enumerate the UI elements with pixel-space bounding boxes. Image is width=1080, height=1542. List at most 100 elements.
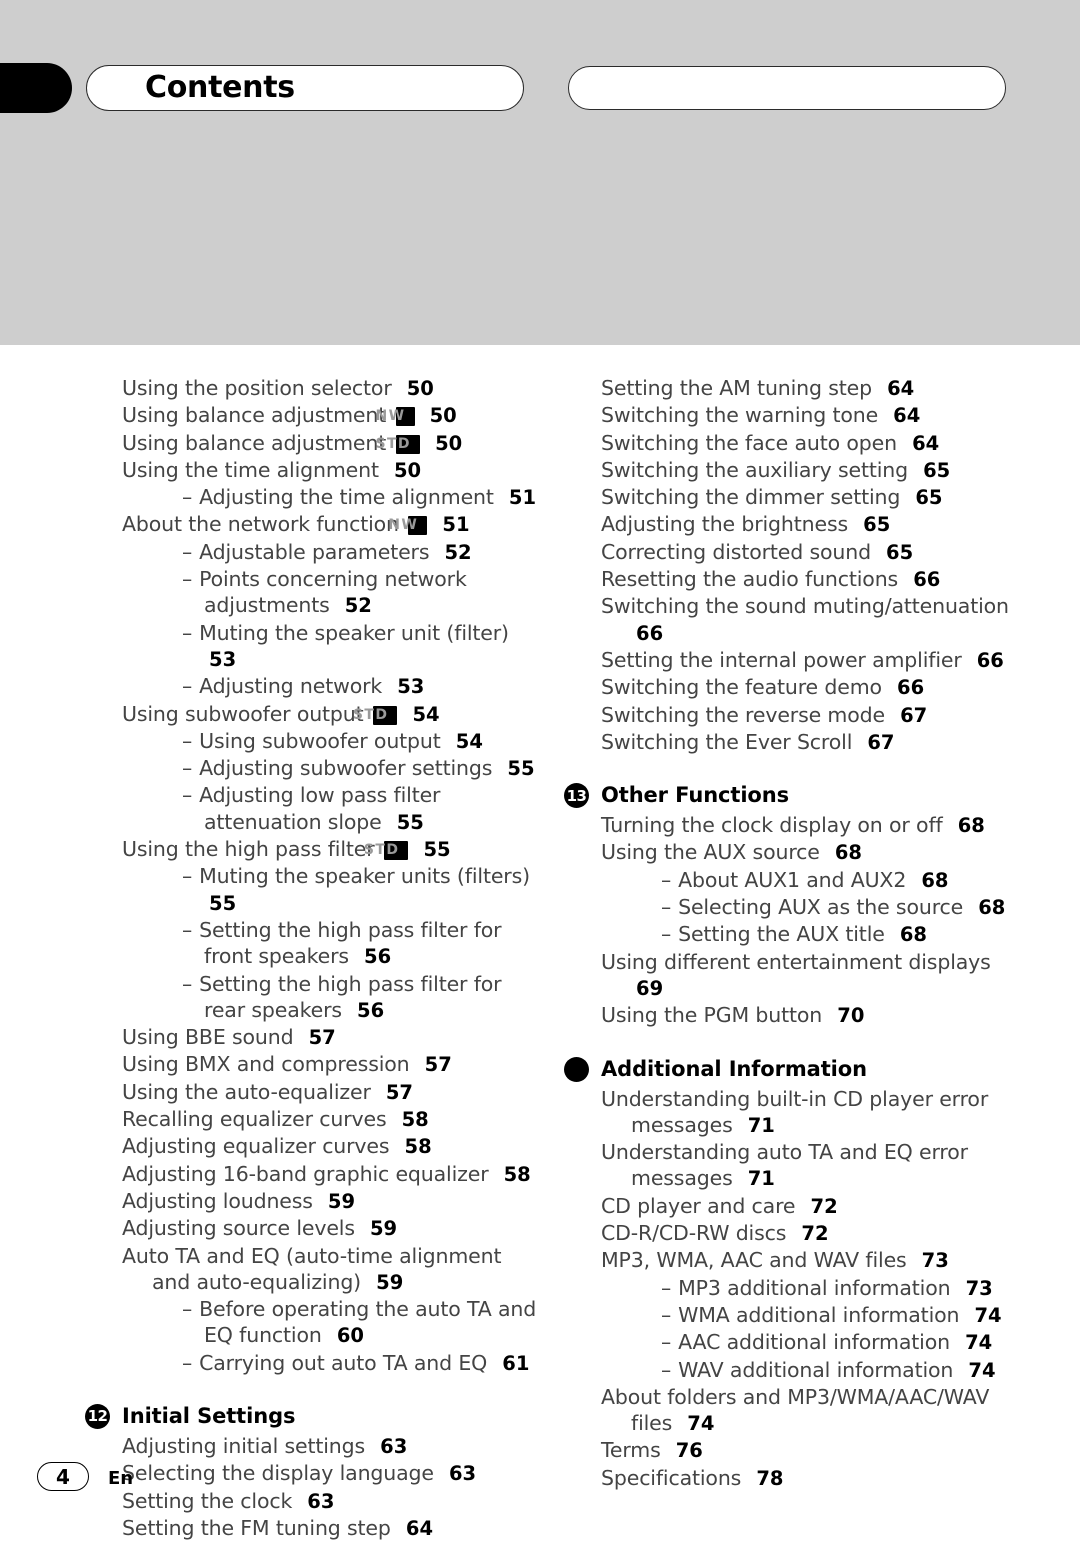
toc-page-number: 68 [899,923,927,947]
toc-entry[interactable]: Correcting distorted sound 65 [601,539,1031,566]
toc-page-number: 76 [675,1439,703,1463]
toc-entry[interactable]: – Muting the speaker unit (filter) 53 [152,620,542,674]
toc-entry-label: Points concerning network adjustments [199,567,467,618]
toc-entry[interactable]: Switching the warning tone 64 [601,402,1031,429]
toc-entry-label: Auto TA and EQ (auto-time alignment and … [122,1243,502,1294]
toc-page-number: 66 [913,568,941,592]
toc-page-number: 65 [923,458,951,482]
toc-page-number: 68 [978,896,1006,920]
toc-page-number: 68 [834,841,862,865]
sub-entry-dash: – [661,922,672,947]
toc-entry[interactable]: Switching the face auto open 64 [601,430,1031,457]
toc-page-number: 57 [308,1026,336,1050]
toc-entry[interactable]: Setting the AM tuning step 64 [601,375,1031,402]
toc-entry[interactable]: – WMA additional information 74 [631,1302,1031,1329]
toc-entry[interactable]: Adjusting equalizer curves 58 [122,1133,542,1160]
toc-entry-label: Recalling equalizer curves [122,1107,387,1132]
toc-entry[interactable]: – About AUX1 and AUX2 68 [631,867,1031,894]
toc-page-number: 74 [974,1303,1002,1327]
toc-entry[interactable]: Using BMX and compression 57 [122,1051,542,1078]
toc-entry[interactable]: Auto TA and EQ (auto-time alignment and … [122,1243,542,1297]
toc-entry[interactable]: Adjusting loudness 59 [122,1188,542,1215]
page-number: 4 [56,1464,70,1489]
toc-entry[interactable]: Using subwoofer output STD 54 [122,701,542,728]
toc-page-number: 53 [397,675,425,699]
chapter-tab-marker [0,63,72,113]
toc-page-number: 65 [915,486,943,510]
toc-entry[interactable]: Switching the feature demo 66 [601,674,1031,701]
sub-entry-dash: – [182,728,193,753]
toc-entry[interactable]: About the network function NW 51 [122,511,542,538]
toc-entry[interactable]: – Before operating the auto TA and EQ fun… [152,1296,542,1350]
toc-entry[interactable]: Resetting the audio functions 66 [601,566,1031,593]
toc-entry-label: Turning the clock display on or off [601,813,943,838]
toc-entry[interactable]: Using the auto-equalizer 57 [122,1079,542,1106]
toc-page-number: 50 [393,458,422,482]
toc-entry[interactable]: – Points concerning network adjustments 5… [152,566,542,620]
toc-entry[interactable]: – Adjusting network 53 [152,673,542,700]
toc-entry[interactable]: Turning the clock display on or off 68 [601,812,1031,839]
toc-entry[interactable]: Using the position selector 50 [122,375,542,402]
toc-entry-label: About folders and MP3/WMA/AAC/WAV files [601,1384,990,1436]
toc-entry[interactable]: – Adjusting the time alignment 51 [152,484,542,511]
toc-page-number: 58 [401,1108,429,1132]
toc-entry[interactable]: – Adjusting subwoofer settings 55 [152,755,542,782]
toc-entry[interactable]: – Adjusting low pass filter attenuation s… [152,782,542,836]
toc-page-number: 73 [921,1249,949,1273]
toc-page-number: 73 [965,1276,993,1300]
toc-entry[interactable]: CD player and care 72 [601,1193,1031,1220]
toc-entry[interactable]: Using the time alignment 50 [122,457,542,484]
toc-entry[interactable]: Recalling equalizer curves 58 [122,1106,542,1133]
toc-entry[interactable]: Using balance adjustment STD 50 [122,430,542,457]
toc-entry[interactable]: – MP3 additional information 73 [631,1275,1031,1302]
toc-entry[interactable]: Using the PGM button 70 [601,1002,1031,1029]
toc-entry[interactable]: Switching the sound muting/attenuation 6… [601,593,1031,647]
language-code: En [108,1468,134,1489]
toc-entry-label: Adjusting the time alignment [199,485,494,510]
toc-entry-label: Adjustable parameters [199,539,430,564]
toc-entry[interactable]: About folders and MP3/WMA/AAC/WAV files … [601,1384,1031,1438]
toc-entry[interactable]: Using the AUX source 68 [601,839,1031,866]
toc-entry-label: Carrying out auto TA and EQ [199,1350,488,1375]
toc-entry[interactable]: – Muting the speaker units (filters) 55 [152,863,542,917]
toc-entry[interactable]: Adjusting 16-band graphic equalizer 58 [122,1161,542,1188]
toc-entry[interactable]: Switching the dimmer setting 65 [601,484,1031,511]
toc-entry[interactable]: Adjusting source levels 59 [122,1215,542,1242]
section-number-badge: 13 [564,783,589,809]
sub-entry-dash: – [182,1350,193,1375]
toc-page-number: 55 [209,891,237,915]
toc-entry[interactable]: Terms 76 [601,1437,1031,1464]
toc-entry[interactable]: – Adjustable parameters 52 [152,539,542,566]
toc-entry-label: Terms [601,1438,661,1463]
toc-entry[interactable]: Switching the auxiliary setting 65 [601,457,1031,484]
toc-entry[interactable]: Using balance adjustment NW 50 [122,402,542,429]
toc-entry-label: Setting the FM tuning step [122,1515,391,1540]
toc-page-number: 74 [965,1331,993,1355]
toc-entry[interactable]: Understanding built-in CD player error m… [601,1086,1031,1140]
toc-entry[interactable]: – Using subwoofer output 54 [152,728,542,755]
toc-entry[interactable]: Setting the internal power amplifier 66 [601,647,1031,674]
section-title: Initial Settings [122,1403,296,1428]
toc-entry[interactable]: Using BBE sound 57 [122,1024,542,1051]
toc-entry[interactable]: CD-R/CD-RW discs 72 [601,1220,1031,1247]
toc-entry[interactable]: Adjusting initial settings 63 [122,1433,542,1460]
sub-entry-dash: – [182,971,193,996]
toc-entry[interactable]: Adjusting the brightness 65 [601,511,1031,538]
toc-entry[interactable]: – Setting the high pass filter for rear s… [152,971,542,1025]
toc-entry-label: Adjusting the brightness [601,512,849,537]
toc-entry[interactable]: Setting the FM tuning step 64 [122,1515,542,1542]
toc-page-number: 69 [636,976,664,1000]
toc-entry-label: Adjusting equalizer curves [122,1134,390,1159]
toc-entry[interactable]: Understanding auto TA and EQ error messa… [601,1139,1031,1193]
toc-entry[interactable]: Switching the reverse mode 67 [601,702,1031,729]
toc-entry[interactable]: Using the high pass filter STD 55 [122,836,542,863]
toc-entry[interactable]: – WAV additional information 74 [631,1357,1031,1384]
toc-entry[interactable]: – AAC additional information 74 [631,1329,1031,1356]
toc-entry[interactable]: – Selecting AUX as the source 68 [631,894,1031,921]
toc-entry[interactable]: – Carrying out auto TA and EQ 61 [152,1350,542,1377]
toc-entry[interactable]: – Setting the high pass filter for front … [152,917,542,971]
toc-entry[interactable]: Using different entertainment displays 6… [601,949,1031,1003]
toc-entry[interactable]: Switching the Ever Scroll 67 [601,729,1031,756]
toc-entry[interactable]: MP3, WMA, AAC and WAV files 73 [601,1247,1031,1274]
toc-entry[interactable]: – Setting the AUX title 68 [631,921,1031,948]
